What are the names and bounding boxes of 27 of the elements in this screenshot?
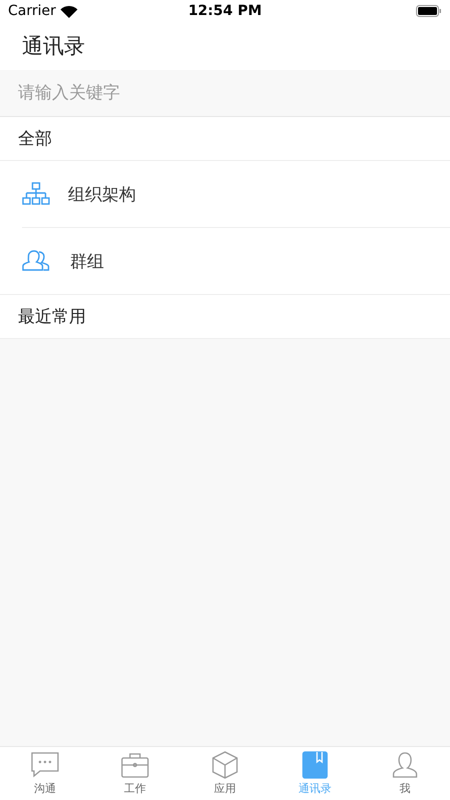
tab-label: 工作 bbox=[124, 781, 146, 796]
tab-label: 应用 bbox=[214, 781, 236, 796]
org-chart-icon bbox=[22, 182, 50, 206]
group-icon bbox=[22, 249, 52, 273]
section-header: 最近常用 bbox=[0, 295, 450, 339]
section-header: 全部 bbox=[0, 117, 450, 161]
page-title: 通讯录 bbox=[0, 22, 450, 70]
carrier-name: Carrier bbox=[8, 3, 56, 19]
wifi-icon bbox=[60, 4, 78, 18]
briefcase-icon bbox=[120, 751, 150, 779]
item-label: 群组 bbox=[70, 250, 104, 272]
item-label: 组织架构 bbox=[68, 184, 136, 206]
list-item[interactable]: 组织架构 bbox=[0, 161, 450, 228]
tab[interactable]: 工作 bbox=[90, 747, 180, 800]
cube-icon bbox=[210, 751, 240, 779]
book-icon bbox=[300, 751, 330, 779]
tab-label: 通讯录 bbox=[298, 781, 332, 796]
person-icon bbox=[390, 751, 420, 779]
tab[interactable]: 应用 bbox=[180, 747, 270, 800]
tab[interactable]: 沟通 bbox=[0, 747, 90, 800]
tab-label: 沟通 bbox=[34, 781, 56, 796]
tab[interactable]: 我 bbox=[360, 747, 450, 800]
chat-bubble-icon bbox=[30, 751, 60, 779]
battery-icon bbox=[416, 5, 442, 17]
clock-time: 12:54 PM bbox=[188, 3, 262, 19]
tab-label: 我 bbox=[400, 781, 410, 796]
list-item[interactable]: 群组 bbox=[0, 228, 450, 295]
